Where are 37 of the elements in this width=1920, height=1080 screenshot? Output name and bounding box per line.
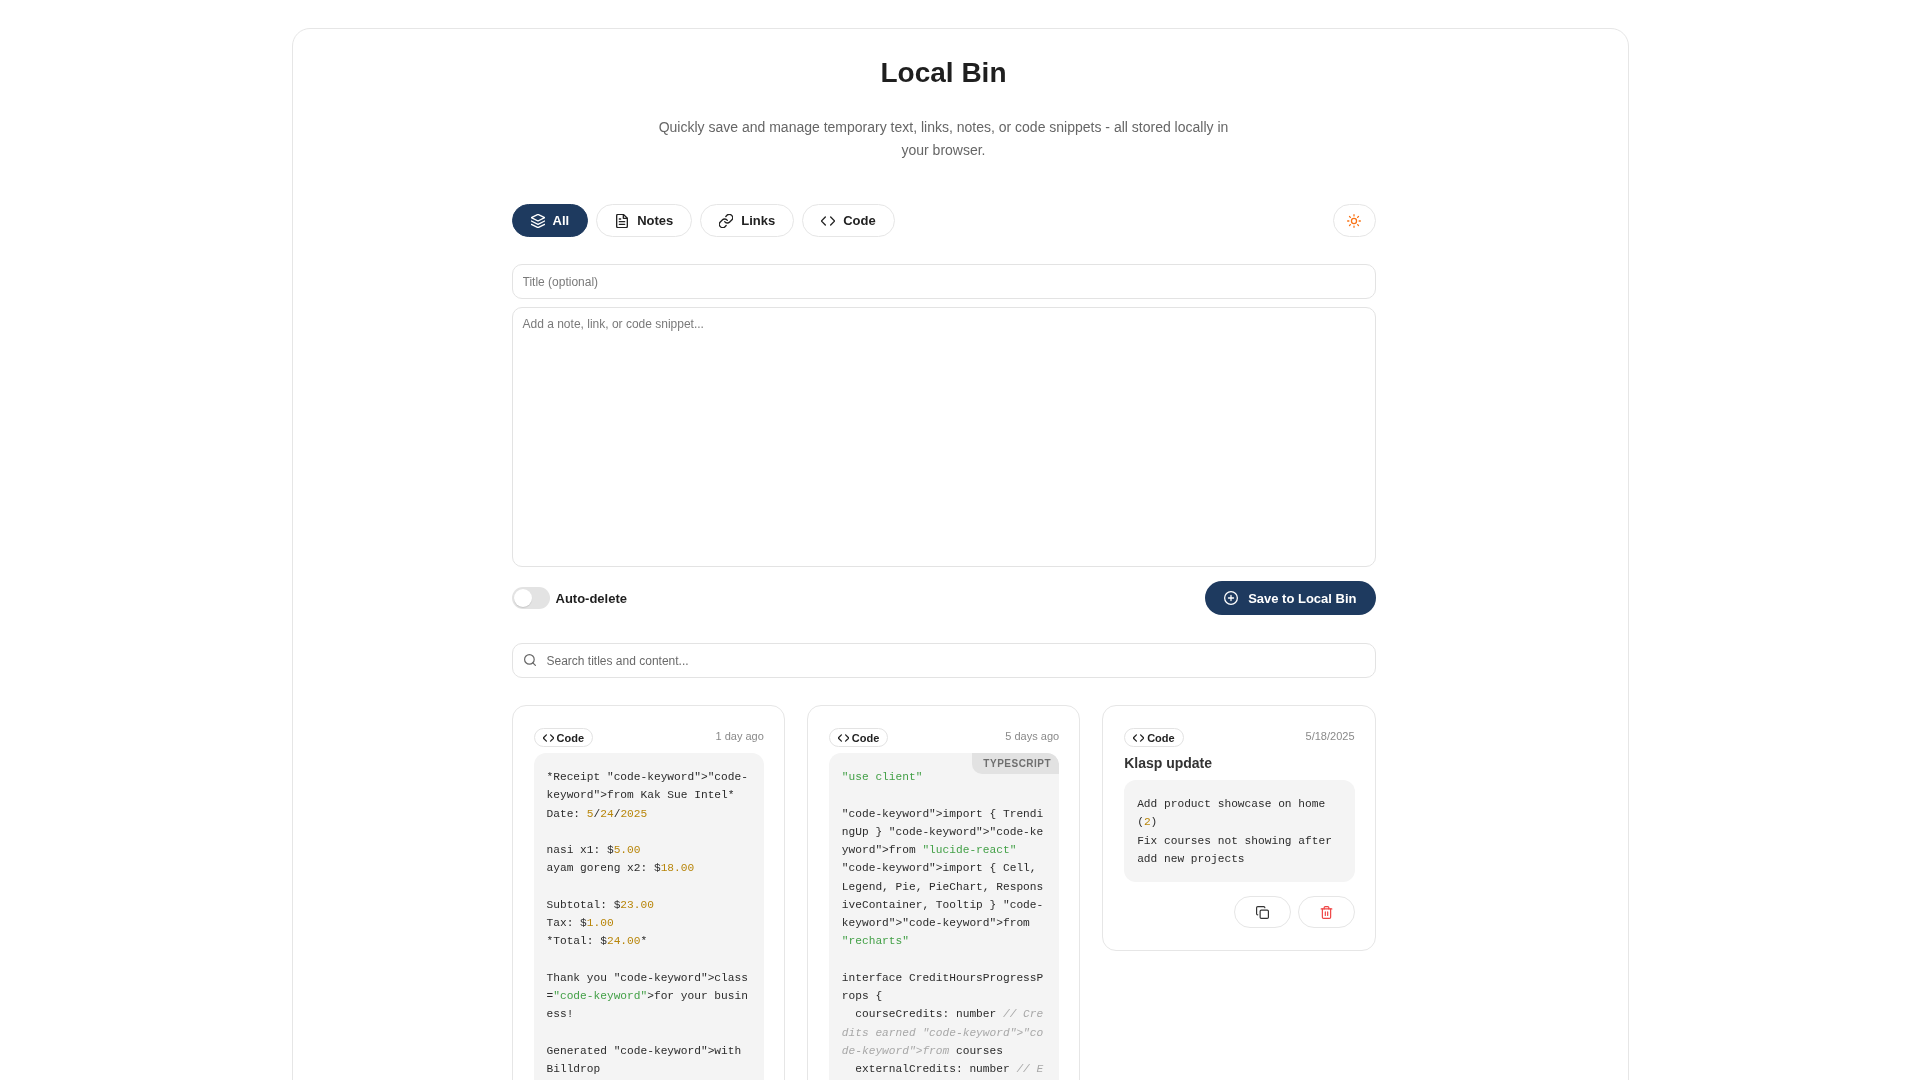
filter-tab[interactable]: Notes (596, 204, 693, 237)
timestamp: 1 day ago (715, 729, 764, 742)
document-icon (615, 213, 630, 228)
delete-button[interactable] (1297, 896, 1355, 928)
type-label: Code (556, 731, 584, 744)
layers-icon (530, 213, 545, 228)
plus-circle-icon (1224, 591, 1239, 605)
timestamp: 5/18/2025 (1305, 729, 1355, 742)
app-subtitle: Quickly save and manage temporary text, links, notes, or code snippets - all stored locally in your browser. (657, 118, 1230, 160)
save-button[interactable]: Save to Local Bin (1205, 581, 1376, 615)
code-text: Add product showcase on home (2) Fix courses not showing after add new projects (1137, 797, 1333, 867)
type-label: Code (851, 731, 880, 744)
code-text: *Receipt "code-keyword">"code-keyword">from Kak Sue Intel* Date: 5/24/2025 nasi x1: $5.00 ayam goreng x2: $18.00 Subtotal: $23.00 Tax: $1.00 *Total: $24.00* Thank you "code-keyword">class="code-keyword">for your business! Generated "code-keyword">with Billdrop (546, 770, 749, 1077)
filter-tab[interactable]: Code (802, 204, 895, 237)
link-icon (719, 213, 734, 228)
trash-icon (1319, 905, 1333, 919)
title-input[interactable]: Title (optional) (511, 264, 1376, 299)
auto-delete-label: Auto-delete (555, 590, 627, 606)
type-label: Code (1147, 731, 1175, 744)
snippet-title: Klasp update (1124, 755, 1214, 771)
filter-tab[interactable]: All (511, 204, 589, 237)
code-icon (542, 733, 554, 742)
search-field[interactable]: Search titles and content... (511, 643, 1376, 678)
copy-button[interactable] (1233, 896, 1291, 928)
content-textarea[interactable]: Add a note, link, or code snippet... (511, 307, 1376, 567)
code-icon (821, 213, 836, 228)
copy-icon (1255, 905, 1269, 919)
search-icon (523, 654, 536, 666)
app-title: Local Bin (880, 56, 1007, 90)
auto-delete-toggle[interactable] (511, 587, 550, 609)
filter-tab[interactable]: Links (700, 204, 795, 237)
timestamp: 5 days ago (1005, 729, 1060, 742)
code-icon (1133, 733, 1145, 742)
language-tag: TYPESCRIPT (972, 753, 1060, 774)
code-icon (837, 733, 849, 742)
theme-toggle-button[interactable] (1332, 204, 1376, 237)
sun-icon (1347, 213, 1361, 228)
